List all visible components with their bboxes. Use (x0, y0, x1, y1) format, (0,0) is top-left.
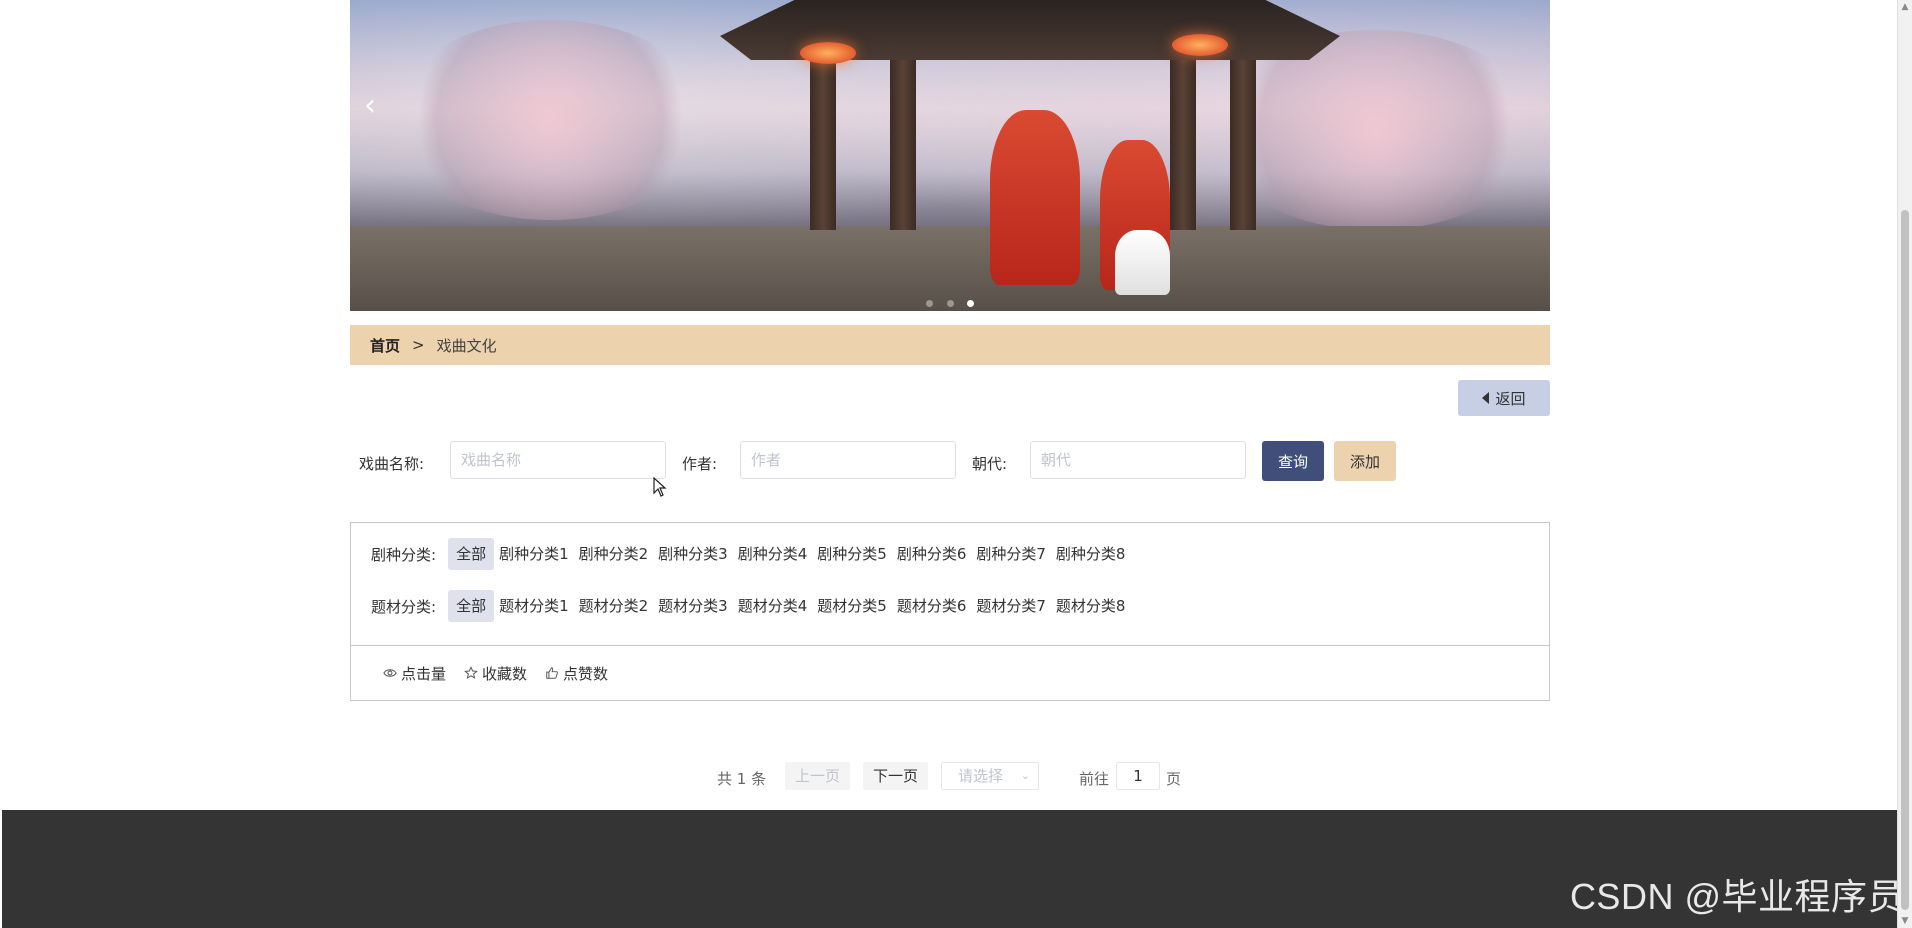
theme-filter-option[interactable]: 题材分类2 (574, 590, 654, 622)
pagination-total: 共 1 条 (717, 770, 767, 788)
banner-prev-arrow[interactable]: ‹ (364, 88, 376, 123)
banner-tree-right (1210, 30, 1540, 230)
caret-left-icon (1482, 392, 1490, 404)
prev-page-button[interactable]: 上一页 (785, 762, 851, 790)
banner-carousel[interactable]: ‹ (350, 0, 1550, 311)
goto-label: 前往 (1079, 770, 1110, 788)
genre-filter-option[interactable]: 剧种分类4 (733, 538, 813, 570)
genre-filter-option[interactable]: 剧种分类3 (653, 538, 733, 570)
genre-filter-option[interactable]: 剧种分类7 (971, 538, 1051, 570)
banner-tree-left (390, 20, 710, 220)
breadcrumb: 首页 > 戏曲文化 (350, 325, 1550, 365)
banner-dot-active[interactable] (966, 300, 974, 307)
page-unit-label: 页 (1166, 770, 1182, 788)
sort-by-favorites[interactable]: 收藏数 (464, 663, 527, 684)
back-button[interactable]: 返回 (1458, 380, 1550, 416)
sort-bar: 点击量 收藏数 点赞数 (350, 646, 1550, 701)
genre-filter-option[interactable]: 剧种分类5 (812, 538, 892, 570)
author-label: 作者: (682, 455, 718, 473)
eye-icon (383, 669, 397, 677)
goto-page-input[interactable] (1116, 762, 1160, 790)
genre-filter-all[interactable]: 全部 (448, 538, 495, 570)
pagination: 共 1 条 上一页 下一页 请选择 ⌄ 前往 页 (0, 762, 1912, 792)
banner-pillar (890, 60, 916, 230)
watermark: CSDN @毕业程序员 (1569, 876, 1904, 917)
genre-filter-option[interactable]: 剧种分类8 (1051, 538, 1131, 570)
banner-performer (990, 110, 1080, 285)
genre-filter-row: 剧种分类: 全部 剧种分类1 剧种分类2 剧种分类3 剧种分类4 剧种分类5 剧… (371, 538, 1130, 570)
search-form: 戏曲名称: 作者: 朝代: 查询 添加 (350, 441, 1550, 483)
back-button-label: 返回 (1495, 389, 1526, 408)
filter-panel: 剧种分类: 全部 剧种分类1 剧种分类2 剧种分类3 剧种分类4 剧种分类5 剧… (350, 522, 1550, 646)
theme-filter-option[interactable]: 题材分类8 (1051, 590, 1131, 622)
star-icon (464, 666, 478, 679)
next-page-button[interactable]: 下一页 (863, 762, 929, 790)
banner-dot[interactable] (926, 300, 934, 307)
thumbs-up-icon (546, 667, 558, 679)
theme-filter-all[interactable]: 全部 (448, 590, 495, 622)
breadcrumb-separator: > (412, 336, 425, 354)
banner-pillar (1170, 60, 1196, 230)
theme-filter-option[interactable]: 题材分类4 (733, 590, 813, 622)
query-button[interactable]: 查询 (1262, 441, 1324, 481)
genre-filter-title: 剧种分类: (371, 545, 437, 564)
chevron-down-icon: ⌄ (1020, 769, 1030, 782)
page-size-select[interactable]: 请选择 ⌄ (941, 762, 1039, 790)
banner-dot[interactable] (946, 300, 954, 307)
theme-filter-option[interactable]: 题材分类3 (653, 590, 733, 622)
genre-filter-option[interactable]: 剧种分类2 (574, 538, 654, 570)
banner-lantern (800, 42, 856, 64)
theme-filter-option[interactable]: 题材分类5 (812, 590, 892, 622)
theme-filter-option[interactable]: 题材分类7 (971, 590, 1051, 622)
banner-indicators (350, 292, 1550, 311)
opera-name-label: 戏曲名称: (359, 455, 425, 473)
genre-filter-option[interactable]: 剧种分类1 (494, 538, 574, 570)
add-button[interactable]: 添加 (1334, 441, 1396, 481)
breadcrumb-home[interactable]: 首页 (370, 335, 400, 356)
sort-by-likes-label: 点赞数 (563, 664, 609, 683)
banner-lantern (1172, 34, 1228, 56)
scroll-down-icon[interactable]: ▼ (1900, 916, 1910, 926)
theme-filter-row: 题材分类: 全部 题材分类1 题材分类2 题材分类3 题材分类4 题材分类5 题… (371, 590, 1130, 622)
scroll-up-icon[interactable]: ▲ (1900, 2, 1910, 12)
banner-performer-skirt (1115, 230, 1170, 295)
scrollbar-thumb[interactable] (1901, 210, 1909, 910)
banner-pillar (810, 60, 836, 230)
opera-name-input[interactable] (450, 441, 666, 479)
sort-by-likes[interactable]: 点赞数 (545, 663, 608, 684)
genre-filter-option[interactable]: 剧种分类6 (892, 538, 972, 570)
breadcrumb-current: 戏曲文化 (436, 336, 497, 355)
author-input[interactable] (740, 441, 956, 479)
theme-filter-title: 题材分类: (371, 597, 437, 616)
dynasty-input[interactable] (1030, 441, 1246, 479)
dynasty-label: 朝代: (972, 455, 1008, 473)
theme-filter-option[interactable]: 题材分类1 (494, 590, 574, 622)
sort-by-clicks-label: 点击量 (401, 664, 447, 683)
banner-pillar (1230, 60, 1256, 230)
page-scrollbar[interactable]: ▲ ▼ (1897, 0, 1912, 928)
page-size-placeholder: 请选择 (958, 767, 1004, 785)
sort-by-clicks[interactable]: 点击量 (383, 663, 446, 684)
sort-by-favorites-label: 收藏数 (482, 664, 528, 683)
theme-filter-option[interactable]: 题材分类6 (892, 590, 972, 622)
mouse-cursor-icon (653, 477, 667, 497)
